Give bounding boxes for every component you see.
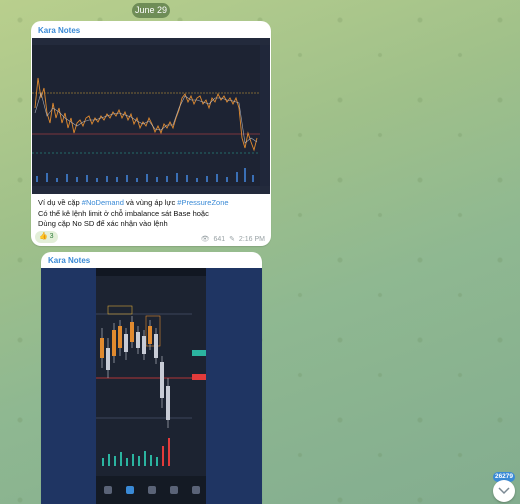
message-bubble[interactable]: Kara Notes (31, 21, 271, 246)
reaction-chip[interactable]: 👍 3 (35, 231, 58, 243)
profile-icon (192, 486, 200, 494)
view-count: 641 (213, 236, 226, 243)
text-line: Có thể kê lệnh limit ở chỗ imbalance sát… (38, 208, 209, 218)
eye-icon: 👁 (200, 236, 210, 243)
price-chart-svg (32, 77, 270, 182)
hashtag-link-pressurezone[interactable]: #PressureZone (177, 198, 228, 207)
candlestick-chart-svg (96, 305, 206, 466)
price-axis (260, 45, 270, 186)
hashtag-link-nodemand[interactable]: #NoDemand (82, 198, 124, 207)
chart-image[interactable] (32, 38, 270, 194)
reaction-count: 3 (49, 233, 54, 240)
chart-screenshot-image[interactable] (41, 268, 262, 504)
pin-icon: ✎ (229, 236, 235, 243)
news-icon (170, 486, 178, 494)
text-segment: và vùng áp lực (123, 198, 178, 207)
thumbs-up-icon: 👍 (39, 233, 48, 240)
home-icon (104, 486, 112, 494)
chevron-down-icon (498, 487, 510, 495)
message-meta: 👁 641 ✎ 2:16 PM (199, 235, 265, 243)
message-text: Ví dụ về cặp #NoDemand và vùng áp lực #P… (38, 198, 264, 230)
message-bubble[interactable]: Kara Notes (41, 252, 262, 504)
chart-icon (126, 486, 134, 494)
message-author[interactable]: Kara Notes (38, 26, 80, 35)
text-segment: Ví dụ về cặp (38, 198, 82, 207)
text-line: Dùng cặp No SD để xác nhận vào lệnh (38, 219, 168, 228)
message-time: 2:16 PM (238, 236, 265, 243)
message-author[interactable]: Kara Notes (48, 256, 90, 265)
phone-screenshot (96, 268, 206, 504)
phone-tab-bar (96, 476, 206, 504)
idea-icon (148, 486, 156, 494)
scroll-to-bottom-button[interactable] (493, 480, 515, 502)
time-axis (32, 186, 270, 194)
date-separator: June 29 (132, 3, 170, 18)
